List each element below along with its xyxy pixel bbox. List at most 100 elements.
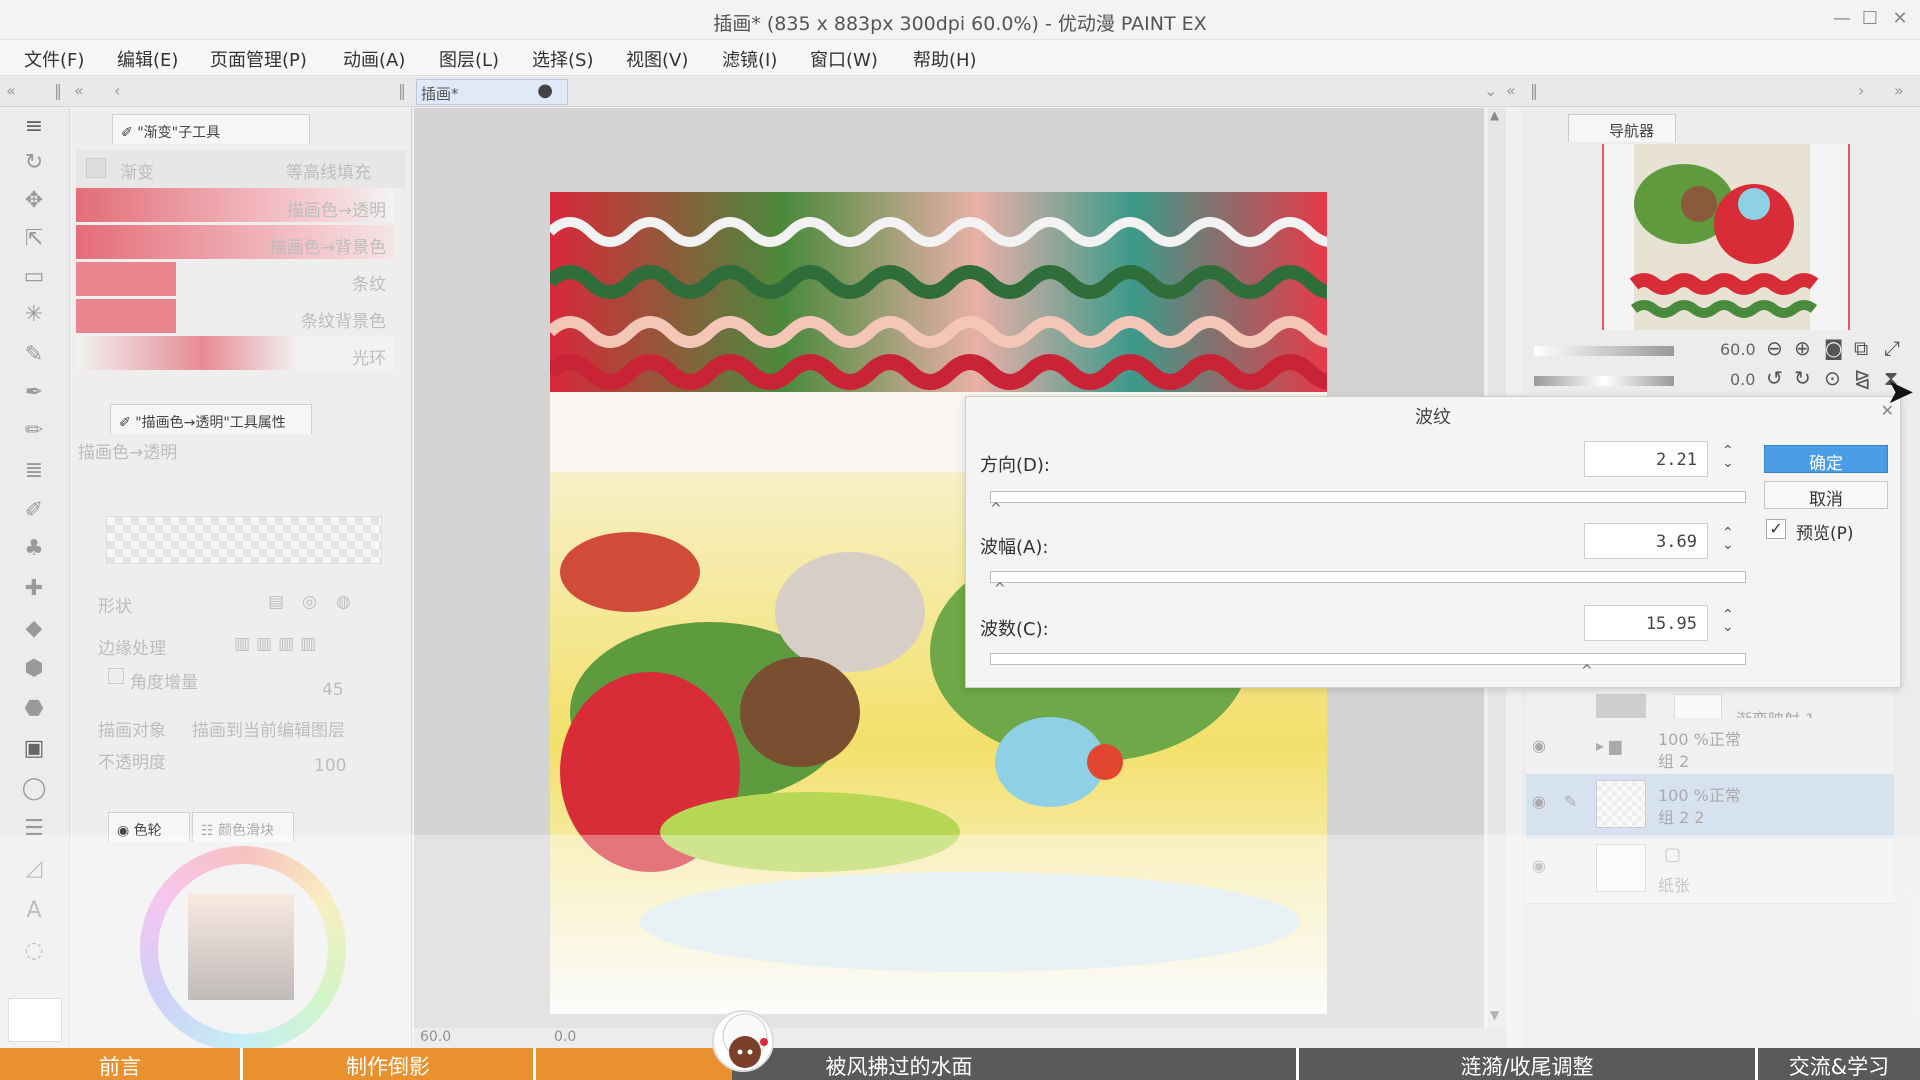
brush-icon[interactable]: ≣	[16, 458, 52, 488]
maximize-button[interactable]: ☐	[1856, 8, 1884, 30]
expand-right-icon[interactable]: »	[1894, 81, 1904, 100]
cancel-button[interactable]: 取消	[1764, 481, 1888, 510]
visibility-eye-icon[interactable]: ◉	[1532, 856, 1546, 875]
color-slider-tab[interactable]: ☷ 颜色滑块	[192, 812, 294, 842]
fit-icon[interactable]: ◙	[1824, 336, 1843, 360]
angle-checkbox[interactable]	[108, 668, 124, 684]
bucket-icon[interactable]: ⬣	[16, 696, 52, 726]
subtool-item[interactable]: 光环	[76, 336, 394, 370]
group-gradient[interactable]: 渐变	[120, 158, 154, 183]
frame-icon[interactable]: ☰	[16, 816, 52, 846]
menu-help[interactable]: 帮助(H)	[913, 46, 977, 72]
menu-window[interactable]: 窗口(W)	[810, 46, 878, 72]
panel-grip-icon[interactable]: ‖	[398, 81, 406, 100]
panel-grip-icon[interactable]: ‖	[54, 81, 62, 100]
menu-animation[interactable]: 动画(A)	[343, 46, 405, 72]
direction-slider[interactable]	[990, 491, 1746, 503]
shape-linear-icon[interactable]: ▤	[268, 592, 284, 612]
amplitude-slider[interactable]	[990, 571, 1746, 583]
gradient-icon[interactable]: ▣	[16, 736, 52, 766]
subtool-tab[interactable]: ✐ "渐变"子工具	[112, 114, 310, 144]
subtool-item[interactable]: 条纹背景色	[76, 299, 394, 333]
status-angle[interactable]: 0.0	[554, 1029, 576, 1045]
subtool-item[interactable]: 描画色→透明	[76, 188, 394, 222]
chapter-item[interactable]: 交流&学习	[1758, 1048, 1920, 1080]
group-contour-fill[interactable]: 等高线填充	[286, 158, 371, 183]
rotate-view-icon[interactable]: ↻	[16, 150, 52, 180]
angle-value[interactable]: 45	[322, 680, 344, 700]
target-select[interactable]: 描画到当前编辑图层	[192, 716, 345, 741]
zoom-value[interactable]: 60.0	[1720, 340, 1756, 359]
ruler-icon[interactable]: ◿	[16, 856, 52, 886]
chapter-item-current[interactable]: 被风拂过的水面	[536, 1048, 1262, 1080]
preview-checkbox[interactable]: ✓	[1766, 519, 1786, 539]
visibility-eye-icon[interactable]: ◉	[1532, 736, 1546, 755]
visibility-eye-icon[interactable]: ◉	[1532, 792, 1546, 811]
wave-count-input[interactable]: 15.95	[1584, 605, 1708, 641]
menu-filter[interactable]: 滤镜(I)	[722, 46, 777, 72]
color-swatch-icon[interactable]	[8, 998, 62, 1042]
object-select-icon[interactable]: ⇱	[16, 226, 52, 256]
blend-icon[interactable]: ◆	[16, 616, 52, 646]
balloon-icon[interactable]: ◌	[16, 938, 52, 968]
shape-ellipse-icon[interactable]: ◍	[336, 592, 351, 612]
fill-icon[interactable]: ⬢	[16, 656, 52, 686]
chapter-item[interactable]: 涟漪/收尾调整	[1299, 1048, 1755, 1080]
move-tool-icon[interactable]: ✥	[16, 188, 52, 218]
dropper-icon[interactable]: ✎	[16, 342, 52, 372]
color-square[interactable]	[188, 894, 294, 1000]
rotate-slider[interactable]	[1534, 376, 1674, 386]
amplitude-slider-thumb[interactable]: ^	[994, 581, 1006, 597]
wave-count-slider-thumb[interactable]: ^	[1581, 663, 1593, 679]
gradient-preview[interactable]	[106, 516, 382, 564]
navigator-preview[interactable]	[1602, 144, 1850, 330]
text-icon[interactable]: A	[16, 898, 52, 928]
tool-property-tab[interactable]: ✐ "描画色→透明"工具属性	[110, 404, 312, 434]
menu-edit[interactable]: 编辑(E)	[117, 46, 178, 72]
direction-spinner-icon[interactable]: ⌃ ⌄	[1722, 444, 1734, 470]
decoration-icon[interactable]: ♣	[16, 536, 52, 566]
flip-horizontal-icon[interactable]: ⧎	[1854, 366, 1871, 390]
panel-grip-icon[interactable]: ‖	[1530, 81, 1538, 100]
rotate-left-icon[interactable]: ↺	[1766, 366, 1783, 390]
collapse-icon[interactable]: «	[74, 81, 84, 100]
angle-value[interactable]: 0.0	[1730, 370, 1755, 389]
rect-select-icon[interactable]: ▭	[16, 264, 52, 294]
status-zoom[interactable]: 60.0	[420, 1029, 451, 1045]
document-tab[interactable]: 插画* ●	[416, 79, 568, 105]
ok-button[interactable]: 确定	[1764, 445, 1888, 474]
navigator-tab[interactable]: 导航器	[1568, 114, 1676, 142]
menu-view[interactable]: 视图(V)	[626, 46, 688, 72]
menu-layer[interactable]: 图层(L)	[439, 46, 499, 72]
collapse-left-icon[interactable]: «	[6, 81, 16, 100]
scroll-up-icon[interactable]: ▲	[1490, 108, 1499, 122]
airbrush-icon[interactable]: ✐	[16, 498, 52, 528]
layer-row-selected[interactable]: ◉ ✎ 100 %正常 组 2 2	[1526, 774, 1894, 838]
amplitude-spinner-icon[interactable]: ⌃ ⌄	[1722, 526, 1734, 552]
scroll-down-icon[interactable]: ▼	[1490, 1008, 1499, 1022]
wave-count-slider[interactable]	[990, 653, 1746, 665]
minimize-button[interactable]: —	[1828, 8, 1856, 30]
subtool-item[interactable]: 描画色→背景色	[76, 225, 394, 259]
layer-row[interactable]: ◉ ▢ 纸张	[1526, 838, 1894, 904]
reset-rotate-icon[interactable]: ⊙	[1824, 366, 1841, 390]
zoom-slider[interactable]	[1534, 346, 1674, 356]
layer-row[interactable]: ◉ ▸ ▆ 100 %正常 组 2	[1526, 718, 1894, 778]
chapter-item[interactable]: 制作倒影	[243, 1048, 533, 1080]
menu-page[interactable]: 页面管理(P)	[210, 46, 307, 72]
shape-circle-icon[interactable]: ◎	[302, 592, 317, 612]
fullscreen-icon[interactable]: ⤢	[1884, 336, 1900, 360]
zoom-out-icon[interactable]: ⊖	[1766, 336, 1783, 360]
subtool-item[interactable]: 条纹	[76, 262, 394, 296]
direction-input[interactable]: 2.21	[1584, 441, 1708, 477]
pencil-icon[interactable]: ✏	[16, 418, 52, 448]
edge-mode-icons[interactable]: ▥▥▥▥	[234, 634, 322, 654]
menu-lines-icon[interactable]: ≡	[16, 114, 52, 144]
magic-wand-icon[interactable]: ✳	[16, 302, 52, 332]
menu-select[interactable]: 选择(S)	[532, 46, 593, 72]
wave-count-spinner-icon[interactable]: ⌃ ⌄	[1722, 608, 1734, 634]
chevron-right-icon[interactable]: ›	[1858, 81, 1864, 100]
color-wheel-tab[interactable]: ◉ 色轮	[108, 812, 190, 842]
actual-size-icon[interactable]: ⧉	[1854, 336, 1868, 360]
rotate-right-icon[interactable]: ↻	[1794, 366, 1811, 390]
